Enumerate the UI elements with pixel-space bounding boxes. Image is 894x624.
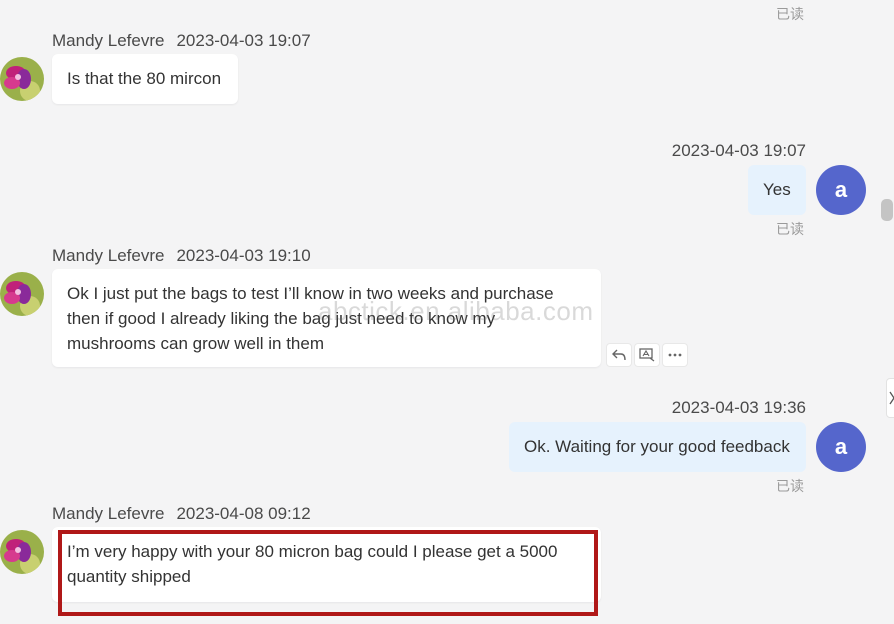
read-status: 已读	[776, 6, 804, 22]
read-status: 已读	[776, 221, 804, 237]
message-time: 2023-04-08 09:12	[176, 504, 311, 523]
message-text-line: then if good I already liking the bag ju…	[67, 309, 496, 328]
sender-name: Mandy Lefevre	[52, 31, 165, 50]
avatar-initial: a	[834, 177, 848, 202]
message-text-line: Ok I just put the bags to test I’ll know…	[67, 284, 554, 303]
outgoing-message-bubble[interactable]: Ok. Waiting for your good feedback	[509, 422, 806, 472]
message-text: Ok. Waiting for your good feedback	[524, 437, 790, 456]
reply-icon	[612, 349, 626, 361]
translate-button[interactable]	[634, 343, 660, 367]
flower-avatar-image	[0, 530, 44, 574]
more-button[interactable]	[662, 343, 688, 367]
highlight-annotation-box	[58, 530, 598, 616]
translate-icon	[639, 348, 655, 362]
message-text: Yes	[763, 180, 791, 199]
read-status: 已读	[776, 478, 804, 494]
message-meta: Mandy Lefevre 2023-04-03 19:10	[52, 246, 311, 266]
message-text: Is that the 80 mircon	[67, 69, 222, 88]
reply-button[interactable]	[606, 343, 632, 367]
flower-avatar-image	[0, 272, 44, 316]
message-meta: Mandy Lefevre 2023-04-03 19:07	[52, 31, 311, 51]
avatar[interactable]: a	[816, 422, 866, 472]
side-panel-toggle[interactable]	[886, 378, 894, 418]
message-time: 2023-04-03 19:07	[176, 31, 311, 50]
message-text-line: mushrooms can grow well in them	[67, 334, 324, 353]
sender-name: Mandy Lefevre	[52, 504, 165, 523]
message-time: 2023-04-03 19:10	[176, 246, 311, 265]
avatar[interactable]	[0, 530, 44, 574]
avatar[interactable]	[0, 272, 44, 316]
incoming-message-bubble[interactable]: Is that the 80 mircon	[52, 54, 238, 104]
chevron-right-icon	[889, 391, 894, 405]
message-meta: Mandy Lefevre 2023-04-08 09:12	[52, 504, 311, 524]
avatar-initial: a	[834, 434, 848, 459]
incoming-message-bubble[interactable]: Ok I just put the bags to test I’ll know…	[52, 269, 601, 367]
flower-avatar-image	[0, 57, 44, 101]
outgoing-message-bubble[interactable]: Yes	[748, 165, 806, 215]
scrollbar-thumb[interactable]	[881, 199, 893, 221]
more-icon	[668, 353, 682, 357]
avatar[interactable]: a	[816, 165, 866, 215]
message-time: 2023-04-03 19:07	[671, 141, 806, 160]
sender-name: Mandy Lefevre	[52, 246, 165, 265]
avatar[interactable]	[0, 57, 44, 101]
message-time: 2023-04-03 19:36	[671, 398, 806, 417]
